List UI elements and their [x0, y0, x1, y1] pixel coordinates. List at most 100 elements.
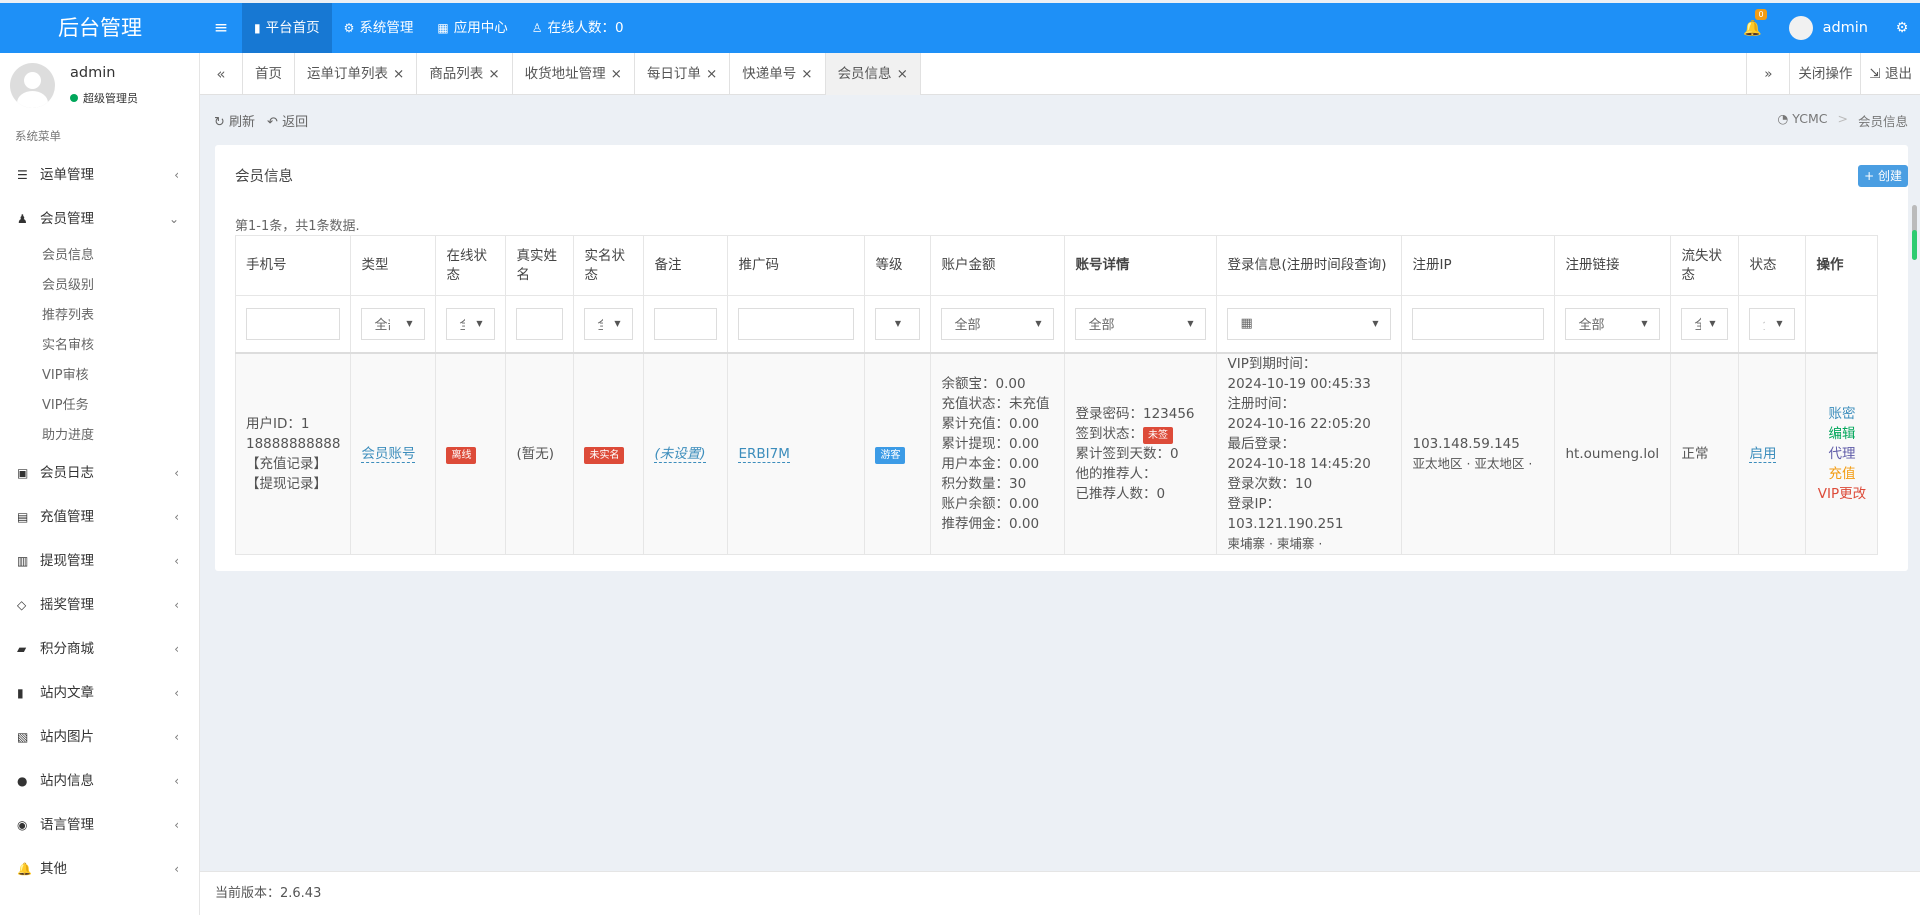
col-header-real-status[interactable]: 实名状态 — [573, 235, 645, 296]
withdraw-records-link[interactable]: 【提现记录】 — [246, 474, 340, 494]
vip-change-link[interactable]: VIP更改 — [1816, 484, 1867, 504]
grid-icon: ▦ — [437, 21, 449, 35]
col-header-phone[interactable]: 手机号 — [234, 235, 352, 296]
sidebar-subitem[interactable]: 实名审核 — [0, 331, 199, 361]
real-name-filter-input[interactable] — [516, 307, 564, 340]
sidebar-toggle-icon[interactable]: ≡ — [206, 3, 236, 53]
close-icon[interactable]: × — [801, 66, 812, 82]
refresh-button[interactable]: ↻ 刷新 — [214, 111, 255, 130]
sidebar-item-10[interactable]: ◉ 语言管理 ‹ — [0, 803, 199, 847]
tab-5[interactable]: 快递单号 × — [730, 53, 826, 95]
topnav-apps[interactable]: ▦ 应用中心 — [425, 3, 519, 53]
col-header-level[interactable]: 等级 — [864, 235, 932, 296]
col-header-login[interactable]: 登录信息(注册时间段查询) — [1216, 235, 1403, 296]
col-header-real-name[interactable]: 真实姓名 — [505, 235, 575, 296]
type-filter-select[interactable]: 全部▼ — [361, 307, 426, 340]
page-scrollbar[interactable] — [1912, 205, 1917, 260]
sidebar-item-0[interactable]: ☰ 运单管理 ‹ — [0, 153, 199, 197]
edit-link[interactable]: 编辑 — [1816, 424, 1867, 444]
col-header-amount[interactable]: 账户金额 — [930, 235, 1066, 296]
reg-ip-filter-input[interactable] — [1412, 307, 1545, 340]
detail-filter-select[interactable]: 全部 ▼ — [1075, 307, 1207, 340]
sidebar-subitem[interactable]: 推荐列表 — [0, 301, 199, 331]
col-header-type[interactable]: 类型 — [350, 235, 437, 296]
top-username[interactable]: admin — [1823, 20, 1868, 36]
create-button[interactable]: + 创建 — [1858, 165, 1908, 187]
online-filter-select[interactable]: 全部▼ — [446, 307, 496, 340]
sidebar-item-1[interactable]: ♟ 会员管理 ⌄ — [0, 197, 199, 241]
type-editable[interactable]: 会员账号 — [361, 445, 416, 463]
notification-bell-icon[interactable]: 🔔 0 — [1735, 9, 1771, 37]
phone-filter-input[interactable] — [246, 307, 341, 340]
sidebar-subitem[interactable]: 助力进度 — [0, 421, 199, 451]
close-icon[interactable]: × — [611, 66, 622, 82]
lost-filter-select[interactable]: 全部▼ — [1681, 307, 1729, 340]
level-filter-select[interactable]: ▼ — [875, 307, 921, 340]
remark-editable[interactable]: (未设置) — [654, 445, 706, 463]
chevron-down-icon: ⌄ — [168, 212, 179, 226]
tab-scroll-left-icon[interactable]: « — [200, 53, 243, 95]
tab-3[interactable]: 收货地址管理 × — [513, 53, 635, 95]
sidebar-subitem[interactable]: VIP审核 — [0, 361, 199, 391]
table-row: 用户ID：1 18888888888 【充值记录】 【提现记录】 会员账号 离线… — [234, 351, 1879, 555]
chevron-left-icon: ‹ — [174, 510, 179, 524]
col-header-remark[interactable]: 备注 — [643, 235, 729, 296]
source-filter-select[interactable]: 全部 ▼ — [1565, 307, 1661, 340]
close-icon[interactable]: × — [393, 66, 404, 82]
topnav-home[interactable]: ▮ 平台首页 — [242, 3, 332, 53]
sidebar-subitem[interactable]: 会员信息 — [0, 241, 199, 271]
tab-1[interactable]: 运单订单列表 × — [295, 53, 418, 95]
agent-link[interactable]: 代理 — [1816, 444, 1867, 464]
remark-filter-input[interactable] — [654, 307, 718, 340]
close-icon[interactable]: × — [488, 66, 499, 82]
close-operations-button[interactable]: 关闭操作 — [1789, 53, 1860, 95]
logout-button[interactable]: ⇲ 退出 — [1860, 53, 1920, 95]
col-header-reg-ip[interactable]: 注册IP — [1401, 235, 1556, 296]
col-header-reg-link[interactable]: 注册链接 — [1554, 235, 1672, 296]
account-password-link[interactable]: 账密 — [1816, 404, 1867, 424]
sidebar-item-7[interactable]: ▮ 站内文章 ‹ — [0, 671, 199, 715]
recharge-records-link[interactable]: 【充值记录】 — [246, 454, 340, 474]
status-editable[interactable]: 启用 — [1749, 445, 1777, 463]
sidebar-subitem[interactable]: 会员级别 — [0, 271, 199, 301]
back-button[interactable]: ↶ 返回 — [267, 111, 308, 130]
brand-logo[interactable]: 后台管理 — [0, 3, 200, 53]
sidebar-subitem[interactable]: VIP任务 — [0, 391, 199, 421]
settings-gears-icon[interactable]: ⚙ — [1884, 20, 1920, 36]
tab-0[interactable]: 首页 — [243, 53, 295, 95]
sidebar-item-2[interactable]: ▣ 会员日志 ‹ — [0, 451, 199, 495]
promo-filter-input[interactable] — [738, 307, 855, 340]
topnav-system[interactable]: ⚙ 系统管理 — [332, 3, 426, 53]
col-header-promo[interactable]: 推广码 — [727, 235, 866, 296]
cell-detail: 登录密码：123456 签到状态： 未签 累计签到天数：0 他的推荐人： 已推荐人… — [1064, 351, 1218, 555]
col-header-ops: 操作 — [1805, 235, 1879, 296]
sidebar-item-5[interactable]: ◇ 摇奖管理 ‹ — [0, 583, 199, 627]
sidebar-item-4[interactable]: ▥ 提现管理 ‹ — [0, 539, 199, 583]
promo-code-editable[interactable]: ERBI7M — [738, 445, 790, 463]
col-header-status[interactable]: 状态 — [1738, 235, 1807, 296]
tab-scroll-right-icon[interactable]: » — [1746, 53, 1789, 95]
status-filter-select[interactable]: 全部▼ — [1749, 307, 1796, 340]
close-icon[interactable]: × — [897, 66, 908, 82]
col-header-lost[interactable]: 流失状态 — [1670, 235, 1740, 296]
sidebar-item-9[interactable]: ● 站内信息 ‹ — [0, 759, 199, 803]
shopping-bag-icon: ▰ — [17, 642, 27, 656]
tab-6[interactable]: 会员信息 × — [825, 53, 921, 95]
sidebar-item-6[interactable]: ▰ 积分商城 ‹ — [0, 627, 199, 671]
chevron-left-icon: ‹ — [174, 862, 179, 876]
sidebar-item-11[interactable]: 🔔 其他 ‹ — [0, 847, 199, 891]
recharge-link[interactable]: 充值 — [1816, 464, 1867, 484]
amount-filter-select[interactable]: 全部 ▼ — [941, 307, 1055, 340]
real-status-filter-select[interactable]: 全部▼ — [584, 307, 634, 340]
sidebar-item-label: 站内信息 — [40, 773, 94, 789]
date-range-filter[interactable]: ▦ ▼ — [1227, 307, 1392, 340]
close-icon[interactable]: × — [706, 66, 717, 82]
tab-2[interactable]: 商品列表 × — [417, 53, 513, 95]
topnav-online-count[interactable]: ♙ 在线人数：0 — [520, 3, 636, 53]
breadcrumb-home[interactable]: ◔ YCMC — [1777, 111, 1827, 130]
tab-4[interactable]: 每日订单 × — [635, 53, 731, 95]
col-header-online[interactable]: 在线状态 — [435, 235, 507, 296]
sidebar-item-8[interactable]: ▧ 站内图片 ‹ — [0, 715, 199, 759]
top-avatar[interactable] — [1788, 16, 1813, 40]
sidebar-item-3[interactable]: ▤ 充值管理 ‹ — [0, 495, 199, 539]
